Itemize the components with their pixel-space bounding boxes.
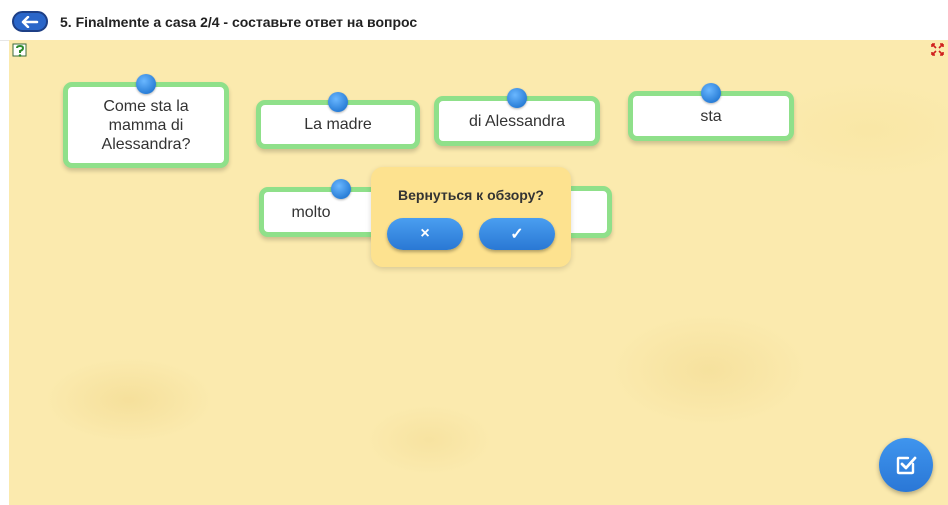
card-text: sta [700,107,722,125]
card-pin-icon [328,92,348,112]
word-card[interactable]: La madre [256,92,420,149]
card-pin-icon [136,74,156,94]
card-pin-icon [331,179,351,199]
fullscreen-icon[interactable] [931,43,944,56]
checkbox-check-icon [896,456,917,475]
question-card[interactable]: Come sta la mamma di Alessandra? [63,74,229,168]
check-icon: ✓ [510,226,524,243]
help-icon[interactable] [12,43,28,59]
close-icon: × [420,225,430,242]
return-to-overview-dialog: Вернуться к обзору? × ✓ [371,167,571,267]
card-text: Come sta la mamma di Alessandra? [101,97,191,153]
confirm-button[interactable]: ✓ [479,218,555,250]
card-text: molto [291,203,331,221]
page-title: 5. Finalmente a casa 2/4 - составьте отв… [60,14,418,30]
card-text: di Alessandra [468,112,566,130]
word-card[interactable]: sta [628,83,794,141]
back-button[interactable] [12,11,48,32]
word-card[interactable]: di Alessandra [434,88,600,146]
dialog-title: Вернуться к обзору? [398,187,544,203]
arrow-left-icon [21,15,39,28]
card-text: La madre [304,116,372,133]
check-answer-button[interactable] [879,438,933,492]
cancel-button[interactable]: × [387,218,463,250]
header-bar: 5. Finalmente a casa 2/4 - составьте отв… [0,0,948,41]
card-pin-icon [701,83,721,103]
exercise-stage: Come sta la mamma di Alessandra? La madr… [9,40,948,505]
card-pin-icon [507,88,527,108]
